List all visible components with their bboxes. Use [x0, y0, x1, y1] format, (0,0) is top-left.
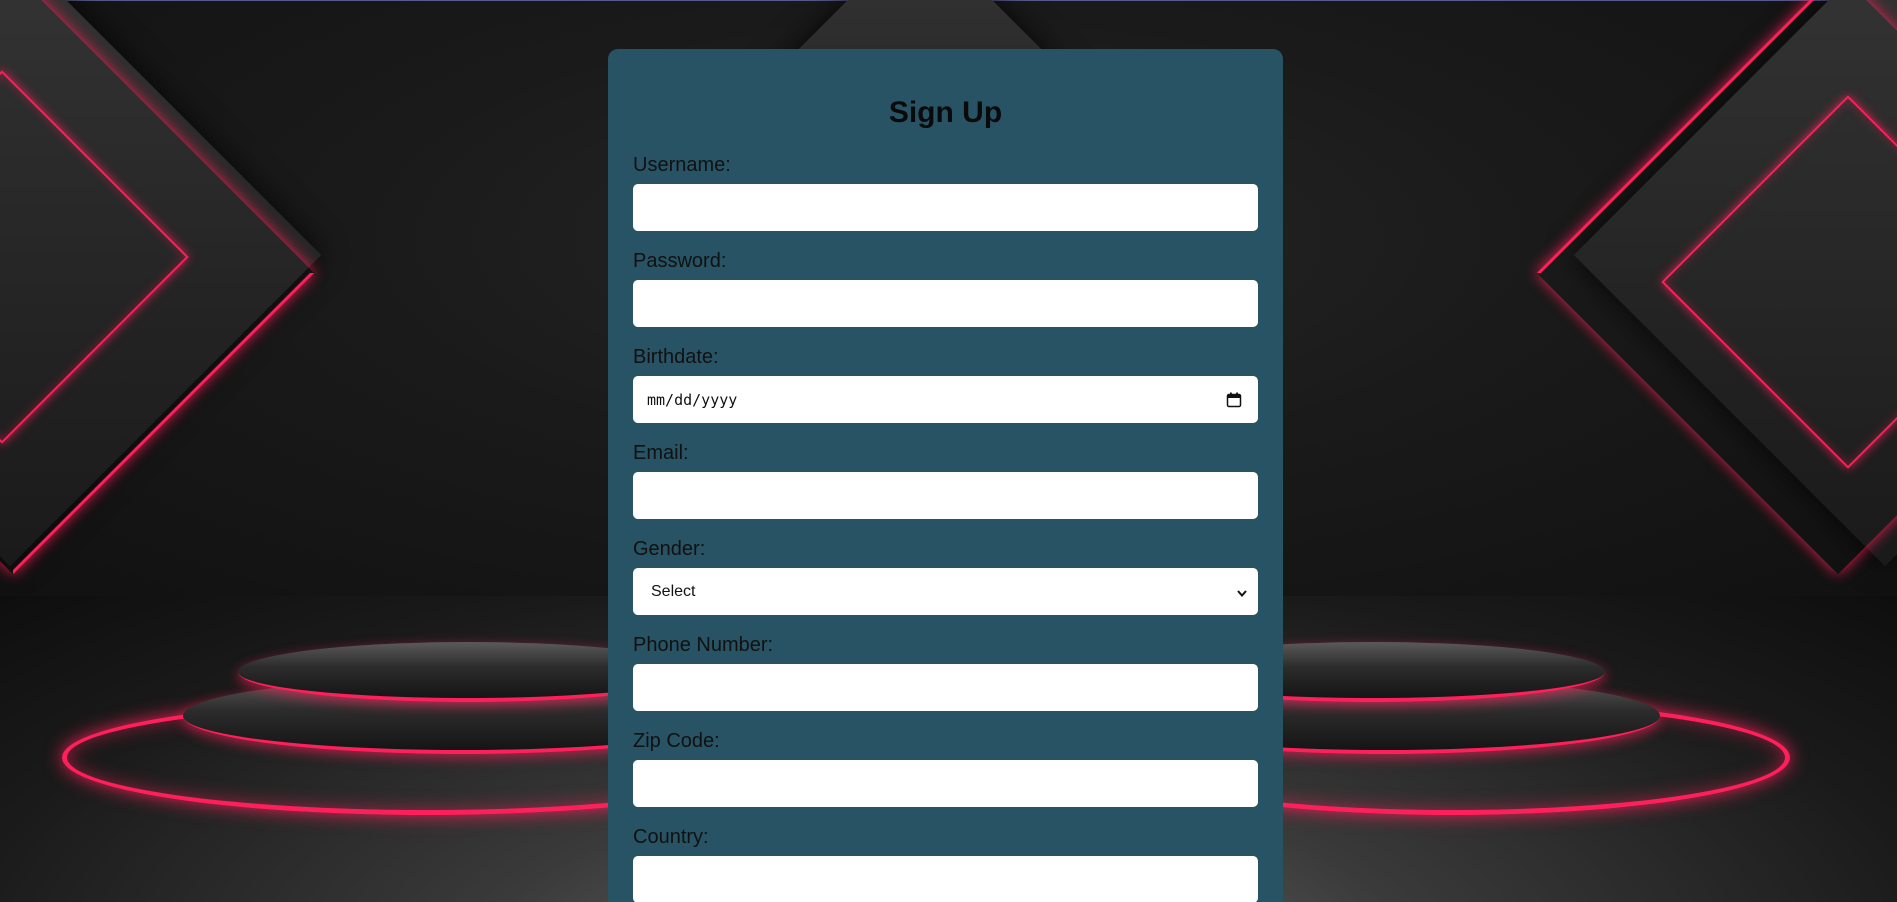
country-field-group: Country:: [633, 825, 1258, 902]
birthdate-field-group: Birthdate: mm/dd/yyyy: [633, 345, 1258, 423]
phone-label: Phone Number:: [633, 634, 774, 656]
password-input[interactable]: [633, 280, 1258, 327]
email-input[interactable]: [633, 472, 1258, 519]
calendar-icon[interactable]: [1226, 392, 1242, 408]
zip-input[interactable]: [633, 760, 1258, 807]
birthdate-placeholder: mm/dd/yyyy: [647, 390, 738, 409]
country-input[interactable]: [633, 856, 1258, 902]
phone-input[interactable]: [633, 664, 1258, 711]
birthdate-input[interactable]: mm/dd/yyyy: [633, 376, 1258, 423]
gender-select[interactable]: Select: [633, 568, 1258, 615]
password-field-group: Password:: [633, 249, 1258, 327]
phone-field-group: Phone Number:: [633, 633, 1258, 711]
email-field-group: Email:: [633, 441, 1258, 519]
username-label: Username:: [633, 154, 731, 176]
gender-field-group: Gender: Select: [633, 537, 1258, 615]
form-title: Sign Up: [888, 96, 1003, 129]
username-input[interactable]: [633, 184, 1258, 231]
username-field-group: Username:: [633, 153, 1258, 231]
country-label: Country:: [633, 826, 709, 848]
birthdate-label: Birthdate:: [633, 346, 719, 368]
email-label: Email:: [633, 442, 689, 464]
gender-label: Gender:: [633, 538, 706, 560]
signup-form: Sign Up Username: Password: Birthdate: m…: [608, 49, 1283, 902]
chevron-down-icon: [1236, 586, 1248, 598]
password-label: Password:: [633, 250, 727, 272]
zip-label: Zip Code:: [633, 730, 720, 752]
zip-field-group: Zip Code:: [633, 729, 1258, 807]
gender-selected-value: Select: [651, 582, 696, 600]
